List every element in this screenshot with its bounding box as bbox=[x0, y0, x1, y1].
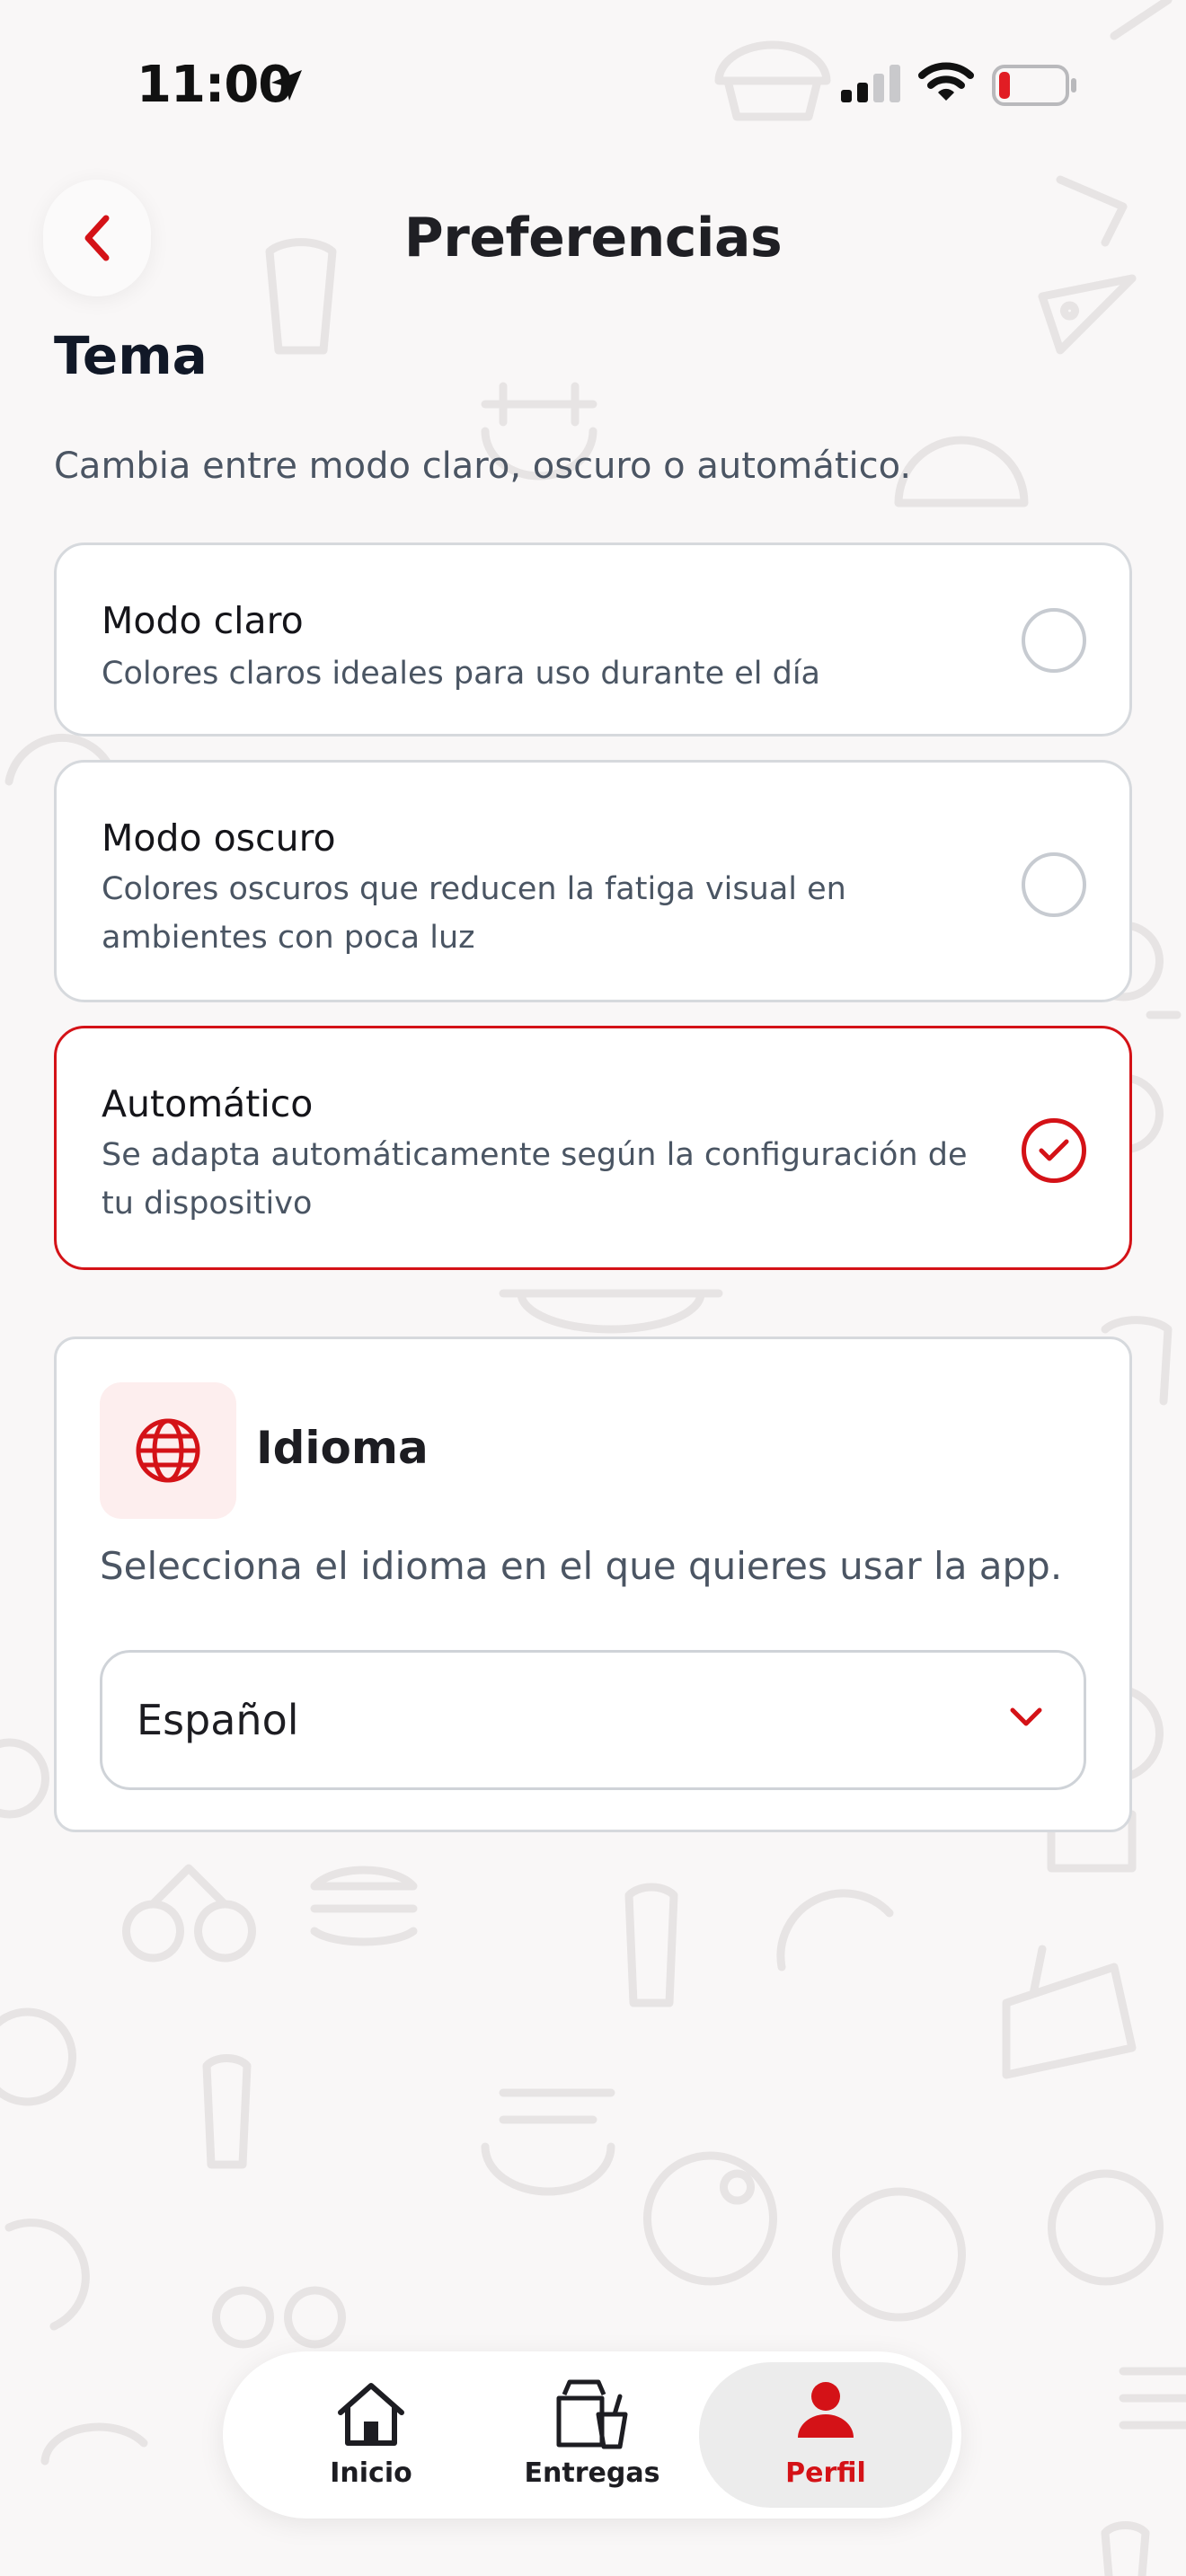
person-icon bbox=[794, 2378, 857, 2445]
option-label: Automático bbox=[102, 1082, 314, 1125]
language-select[interactable]: Español bbox=[100, 1650, 1086, 1790]
theme-option-light[interactable]: Modo claro Colores claros ideales para u… bbox=[54, 543, 1132, 737]
language-card: Idioma Selecciona el idioma en el que qu… bbox=[54, 1337, 1132, 1832]
radio-unchecked[interactable] bbox=[1022, 852, 1086, 917]
language-title: Idioma bbox=[256, 1422, 429, 1474]
chevron-down-icon bbox=[1008, 1705, 1044, 1734]
bottom-navigation: Inicio Entregas Perfil bbox=[223, 2351, 961, 2519]
option-label: Modo claro bbox=[102, 599, 304, 642]
language-description: Selecciona el idioma en el que quieres u… bbox=[100, 1544, 1063, 1588]
check-icon bbox=[1039, 1139, 1069, 1161]
theme-option-automatic[interactable]: Automático Se adapta automáticamente seg… bbox=[54, 1026, 1132, 1270]
radio-checked[interactable] bbox=[1022, 1118, 1086, 1183]
theme-section-title: Tema bbox=[54, 325, 208, 386]
globe-icon bbox=[136, 1418, 200, 1483]
language-select-value: Español bbox=[137, 1696, 299, 1744]
nav-label: Perfil bbox=[785, 2457, 866, 2489]
delivery-bag-icon bbox=[552, 2378, 633, 2454]
page-title: Preferencias bbox=[403, 207, 783, 269]
preferences-screen: 11:00 Preferencias Tema Cambia entre mod… bbox=[0, 0, 1186, 2576]
option-description: Colores claros ideales para uso durante … bbox=[102, 656, 821, 692]
background-pattern bbox=[0, 0, 1186, 2576]
battery-icon bbox=[992, 65, 1078, 110]
wifi-icon bbox=[918, 61, 974, 108]
theme-section-description: Cambia entre modo claro, oscuro o automá… bbox=[54, 446, 912, 487]
radio-unchecked[interactable] bbox=[1022, 608, 1086, 673]
cellular-signal-icon bbox=[839, 65, 902, 108]
option-label: Modo oscuro bbox=[102, 816, 336, 860]
theme-option-dark[interactable]: Modo oscuro Colores oscuros que reducen … bbox=[54, 760, 1132, 1002]
location-arrow-icon bbox=[268, 66, 305, 108]
nav-label: Entregas bbox=[524, 2457, 660, 2489]
nav-item-perfil[interactable]: Perfil bbox=[699, 2362, 952, 2508]
option-description: Se adapta automáticamente según la confi… bbox=[102, 1137, 968, 1222]
nav-label: Inicio bbox=[330, 2457, 412, 2489]
nav-item-entregas[interactable]: Entregas bbox=[507, 2351, 677, 2519]
option-description: Colores oscuros que reducen la fatiga vi… bbox=[102, 871, 846, 956]
nav-item-inicio[interactable]: Inicio bbox=[286, 2351, 456, 2519]
status-bar: 11:00 bbox=[0, 0, 1186, 171]
home-icon bbox=[333, 2378, 409, 2452]
globe-icon-container bbox=[100, 1382, 236, 1519]
